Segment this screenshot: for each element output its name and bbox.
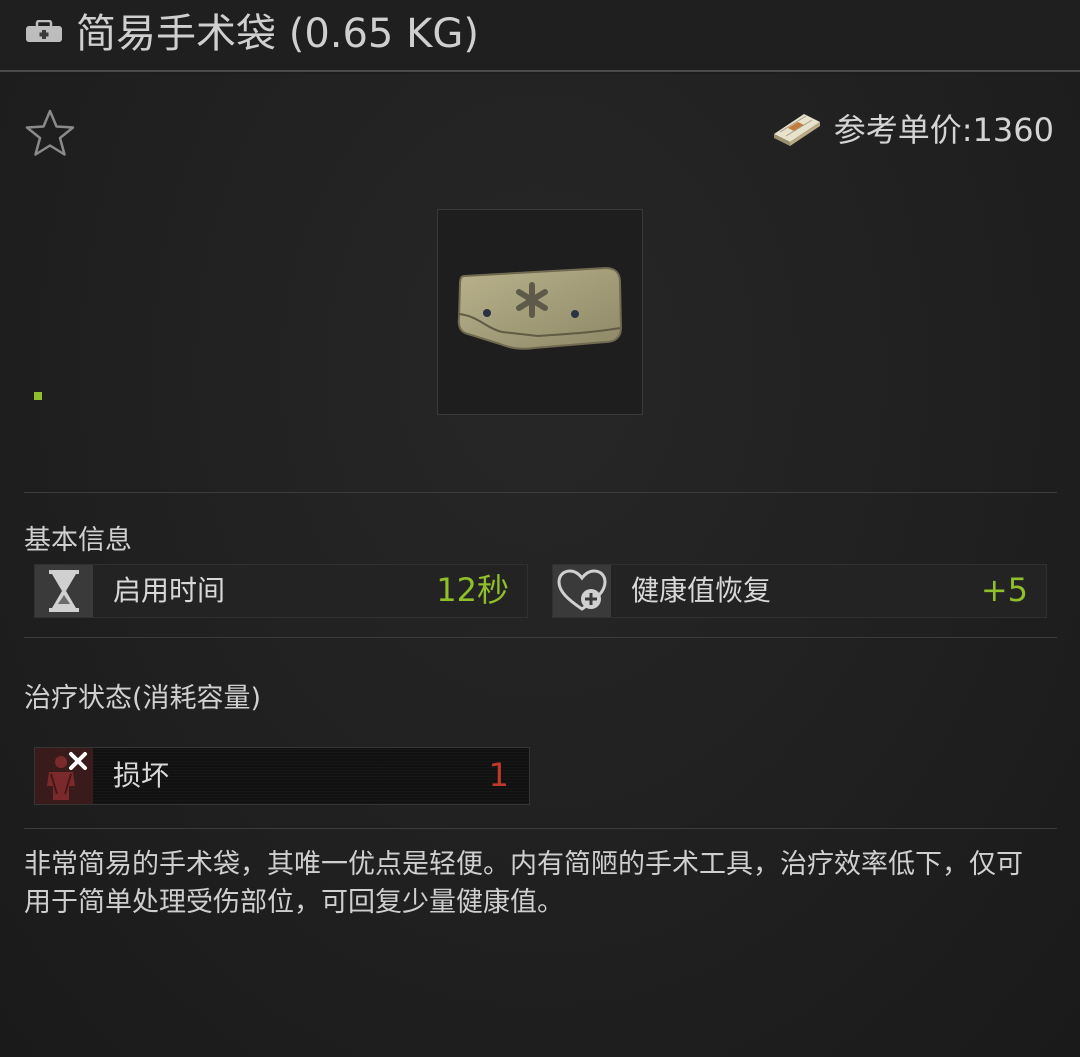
damage-value: 1	[488, 756, 509, 794]
use-time-value: 12秒	[436, 571, 509, 609]
damage-label: 损坏	[113, 759, 170, 792]
health-recovery-label: 健康值恢复	[631, 574, 772, 607]
item-image-frame[interactable]	[437, 209, 643, 415]
damaged-limb-icon-box	[35, 748, 93, 804]
divider	[24, 637, 1057, 638]
heart-plus-icon-box	[553, 565, 611, 617]
divider	[24, 492, 1057, 493]
stat-health-recovery: 健康值恢复 +5	[552, 564, 1047, 618]
use-time-label: 启用时间	[113, 574, 226, 607]
surgical-kit-icon	[457, 266, 623, 350]
treatment-title: 治疗状态(消耗容量)	[24, 683, 262, 714]
hourglass-icon	[49, 570, 79, 612]
damaged-limb-icon	[47, 752, 87, 800]
treatment-damage-row: 损坏 1	[34, 747, 530, 805]
stat-use-time: 启用时间 12秒	[34, 564, 528, 618]
health-recovery-value: +5	[980, 571, 1028, 609]
item-header: 简易手术袋 (0.65 KG)	[0, 0, 1080, 72]
heart-plus-icon	[557, 569, 607, 611]
star-outline-icon[interactable]	[24, 108, 76, 158]
item-title: 简易手术袋 (0.65 KG)	[76, 11, 479, 57]
medkit-icon	[26, 20, 62, 42]
rarity-indicator	[34, 392, 42, 400]
hourglass-icon-box	[35, 565, 93, 617]
item-description: 非常简易的手术袋，其唯一优点是轻便。内有简陋的手术工具，治疗效率低下，仅可用于简…	[24, 849, 1023, 918]
reference-price: 参考单价:1360	[770, 108, 1054, 149]
reference-price-label: 参考单价:1360	[833, 111, 1054, 149]
money-bundle-icon	[773, 114, 820, 146]
divider	[24, 828, 1057, 829]
basic-info-title: 基本信息	[24, 525, 132, 556]
